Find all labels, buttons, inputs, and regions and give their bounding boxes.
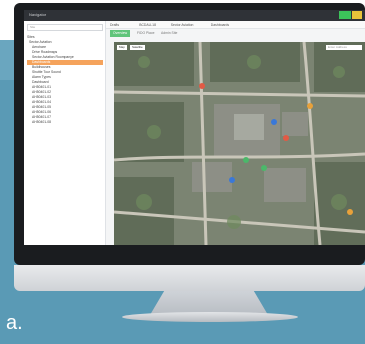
nav-primary-button[interactable] — [339, 11, 351, 19]
tab-fido-place[interactable]: FIDO Place — [134, 30, 158, 37]
navigator-sidebar: Site Sites Sector Aviation Aerohare Drive R… — [24, 21, 106, 245]
map-imagery — [114, 42, 365, 245]
nav-title: Navigator — [29, 12, 47, 17]
promo-stage: a. Navigator Site Sites Sector Aviation Ae… — [0, 0, 365, 344]
monitor-chin — [14, 265, 365, 291]
caption-text: a. — [6, 312, 23, 334]
breadcrumb-item[interactable]: BCDAU-18 — [139, 23, 156, 27]
satellite-map[interactable]: Map Satellite Enter Address — [114, 42, 365, 245]
sidebar-search-input[interactable]: Site — [27, 24, 103, 31]
site-tree: Sites Sector Aviation Aerohare Drive Roadma… — [27, 35, 103, 125]
tab-admin-site[interactable]: Admin Site — [158, 30, 180, 37]
nav-secondary-button[interactable] — [352, 11, 362, 19]
map-address-search[interactable]: Enter Address — [326, 45, 362, 50]
tab-bar: Overview FIDO Place Admin Site — [106, 29, 365, 38]
satellite-view-button[interactable]: Satellite — [130, 45, 145, 50]
tab-overview[interactable]: Overview — [110, 30, 131, 37]
breadcrumb-item[interactable]: Dashboards — [211, 23, 229, 27]
breadcrumb-item[interactable]: Sector Aviation — [171, 23, 194, 27]
monitor-screen: Navigator Site Sites Sector Aviation Aeroh… — [24, 10, 365, 245]
breadcrumb: Drafts BCDAU-18 Sector Aviation Dashboards — [106, 21, 365, 29]
tree-item[interactable]: AH50401-08 — [27, 120, 103, 125]
top-navigation-bar: Navigator — [24, 10, 365, 21]
monitor-stand-base — [122, 312, 298, 322]
map-view-button[interactable]: Map — [117, 45, 127, 50]
breadcrumb-item[interactable]: Drafts — [110, 23, 119, 27]
